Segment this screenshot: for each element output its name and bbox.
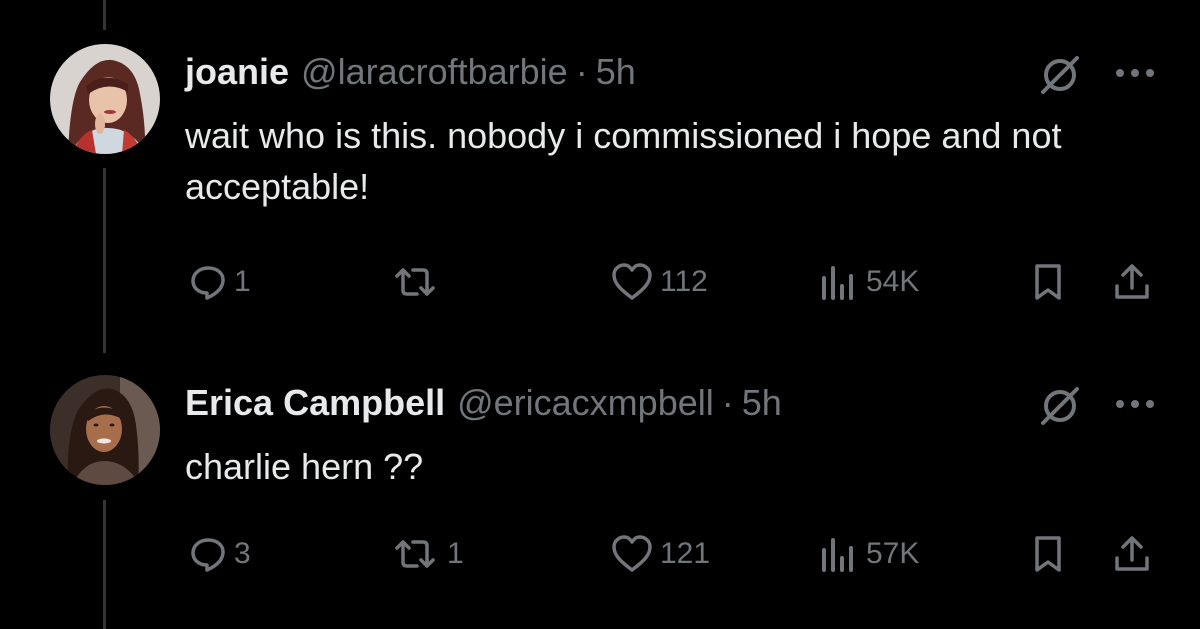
views-icon bbox=[818, 534, 860, 574]
bookmark-icon bbox=[1030, 262, 1066, 302]
display-name[interactable]: joanie bbox=[185, 47, 289, 97]
reply-button[interactable]: 1 bbox=[188, 257, 251, 307]
more-icon[interactable] bbox=[1112, 63, 1158, 83]
repost-button[interactable] bbox=[389, 257, 447, 307]
avatar[interactable] bbox=[50, 44, 160, 154]
separator-dot: · bbox=[575, 51, 588, 92]
like-count: 112 bbox=[660, 265, 708, 298]
grok-icon[interactable] bbox=[1037, 52, 1083, 98]
reply-button[interactable]: 3 bbox=[188, 529, 251, 579]
tweet[interactable]: joanie @laracroftbarbie · 5h wait who is… bbox=[0, 0, 1200, 340]
views-button[interactable]: 54K bbox=[818, 257, 919, 307]
repost-button[interactable]: 1 bbox=[389, 529, 464, 579]
reply-count: 3 bbox=[234, 537, 251, 570]
user-handle[interactable]: @laracroftbarbie bbox=[301, 47, 568, 97]
reply-icon bbox=[188, 262, 228, 302]
reply-icon bbox=[188, 534, 228, 574]
bookmark-icon bbox=[1030, 534, 1066, 574]
share-button[interactable] bbox=[1112, 257, 1152, 307]
repost-icon bbox=[389, 262, 441, 302]
views-count: 54K bbox=[866, 265, 920, 298]
like-icon bbox=[610, 534, 654, 574]
like-button[interactable]: 112 bbox=[610, 257, 708, 307]
bookmark-button[interactable] bbox=[1030, 257, 1066, 307]
display-name[interactable]: Erica Campbell bbox=[185, 378, 445, 428]
tweet-text: wait who is this. nobody i commissioned … bbox=[185, 115, 1062, 207]
tweet-header: joanie @laracroftbarbie · 5h bbox=[185, 47, 636, 97]
like-icon bbox=[610, 262, 654, 302]
grok-icon[interactable] bbox=[1037, 383, 1083, 429]
user-handle[interactable]: @ericacxmpbell bbox=[457, 378, 714, 428]
separator-dot: · bbox=[721, 382, 734, 423]
action-bar: 1 112 54K bbox=[0, 257, 1200, 307]
more-icon[interactable] bbox=[1112, 394, 1158, 414]
avatar[interactable] bbox=[50, 375, 160, 485]
bookmark-button[interactable] bbox=[1030, 529, 1066, 579]
tweet-text: charlie hern ?? bbox=[185, 446, 424, 487]
reply-count: 1 bbox=[234, 265, 251, 298]
share-button[interactable] bbox=[1112, 529, 1152, 579]
tweet[interactable]: Erica Campbell @ericacxmpbell · 5h charl… bbox=[0, 340, 1200, 629]
timestamp[interactable]: 5h bbox=[596, 47, 636, 97]
share-icon bbox=[1112, 262, 1152, 302]
repost-count: 1 bbox=[447, 537, 464, 570]
tweet-header: Erica Campbell @ericacxmpbell · 5h bbox=[185, 378, 782, 428]
like-count: 121 bbox=[660, 537, 711, 570]
share-icon bbox=[1112, 534, 1152, 574]
views-button[interactable]: 57K bbox=[818, 529, 919, 579]
views-count: 57K bbox=[866, 537, 920, 570]
like-button[interactable]: 121 bbox=[610, 529, 710, 579]
repost-icon bbox=[389, 534, 441, 574]
views-icon bbox=[818, 262, 860, 302]
action-bar: 3 1 121 57K bbox=[0, 529, 1200, 579]
timestamp[interactable]: 5h bbox=[742, 378, 782, 428]
